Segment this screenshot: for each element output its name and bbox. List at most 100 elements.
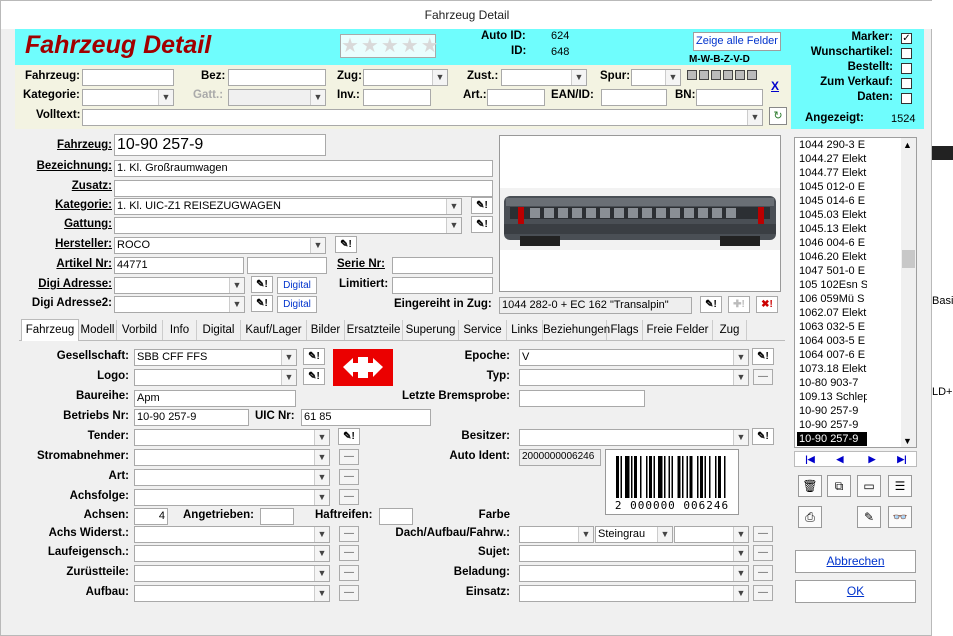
tab-beziehungen[interactable]: Beziehungen [543, 320, 610, 340]
tab-kauf-lager[interactable]: Kauf/Lager [241, 320, 307, 340]
filter-zust-select[interactable]: ▼ [501, 69, 587, 86]
tab-modell[interactable]: Modell [79, 320, 117, 340]
filter-bez-input[interactable] [228, 69, 326, 86]
list-item[interactable]: 1044.27 Elekt [797, 152, 867, 166]
flag-d-icon[interactable] [747, 70, 757, 80]
angetrieben-input[interactable] [260, 508, 294, 525]
zusatz-input[interactable] [114, 180, 493, 197]
typ-more-button[interactable]: — [753, 369, 773, 385]
beladung-more-button[interactable]: — [753, 565, 773, 581]
uic-input[interactable]: 61 85 [301, 409, 431, 426]
bestellt-checkbox[interactable] [901, 63, 912, 74]
edit-gattung-icon[interactable]: ✎! [471, 216, 493, 233]
strom-select[interactable]: ▼ [134, 449, 330, 466]
edit-kategorie-icon[interactable]: ✎! [471, 197, 493, 214]
next-record-icon[interactable]: ▶ [859, 454, 885, 464]
zuruest-select[interactable]: ▼ [134, 565, 330, 582]
list-item[interactable]: 1045 012-0 E [797, 180, 867, 194]
list-item[interactable]: 109.13 Schlep [797, 390, 867, 404]
edit-digi-icon[interactable]: ✎! [251, 276, 273, 293]
eingereiht-input[interactable]: 1044 282-0 + EC 162 "Transalpin" [499, 297, 692, 314]
artikel-extra-input[interactable] [247, 257, 327, 274]
list-item[interactable]: 10-90 257-9 [797, 432, 867, 446]
verkauf-checkbox[interactable] [901, 78, 912, 89]
fahrzeug-input[interactable]: 10-90 257-9 [114, 134, 326, 156]
laufeig-select[interactable]: ▼ [134, 545, 330, 562]
tab-freie-felder[interactable]: Freie Felder [643, 320, 713, 340]
delete-icon[interactable]: 🗑 [798, 475, 822, 497]
list-item[interactable]: 10-90 257-9 [797, 404, 867, 418]
list-item[interactable]: 1062.07 Elekt [797, 306, 867, 320]
marker-checkbox[interactable]: ✓ [901, 33, 912, 44]
edit-besitzer-icon[interactable]: ✎! [752, 428, 774, 445]
vehicle-list[interactable]: 1044 290-3 E 1044.27 Elekt 1044.77 Elekt 10… [794, 137, 917, 448]
laufeig-more-button[interactable]: — [339, 545, 359, 561]
digital2-button[interactable]: Digital [277, 296, 317, 313]
limitiert-input[interactable] [392, 277, 493, 294]
glasses-icon[interactable]: 👓 [888, 506, 912, 528]
letzte-input[interactable] [519, 390, 645, 407]
achsen-input[interactable]: 4 [134, 508, 168, 525]
edit-epoche-icon[interactable]: ✎! [752, 348, 774, 365]
mwbzvd-flags[interactable] [687, 70, 767, 82]
tab-digital[interactable]: Digital [197, 320, 241, 340]
rating-stars[interactable]: ★★★★★ [340, 34, 439, 58]
besitzer-select[interactable]: ▼ [519, 429, 749, 446]
filter-inv-input[interactable] [363, 89, 431, 106]
tab-ersatzteile[interactable]: Ersatzteile [345, 320, 403, 340]
clear-filter-button[interactable]: X [771, 79, 779, 93]
flag-m-icon[interactable] [687, 70, 697, 80]
edit-icon[interactable]: ✎ [857, 506, 881, 528]
einsatz-more-button[interactable]: — [753, 585, 773, 601]
sujet-more-button[interactable]: — [753, 545, 773, 561]
art-select[interactable]: ▼ [134, 469, 330, 486]
betriebs-input[interactable]: 10-90 257-9 [134, 409, 249, 426]
edit-tender-icon[interactable]: ✎! [338, 428, 360, 445]
list-view-icon[interactable]: ☰ [888, 475, 912, 497]
ok-button[interactable]: OK [795, 580, 916, 603]
epoche-select[interactable]: V ▼ [519, 349, 749, 366]
list-item[interactable]: 1073.18 Elekt [797, 362, 867, 376]
tender-select[interactable]: ▼ [134, 429, 330, 446]
list-item[interactable]: 1063 032-5 E [797, 320, 867, 334]
filter-ean-input[interactable] [601, 89, 667, 106]
baureihe-input[interactable]: Apm [134, 390, 296, 407]
list-item[interactable]: 1046.20 Elekt [797, 250, 867, 264]
tab-bilder[interactable]: Bilder [307, 320, 345, 340]
bezeichnung-input[interactable]: 1. Kl. Großraumwagen [114, 160, 493, 177]
zuruest-more-button[interactable]: — [339, 565, 359, 581]
kategorie-select[interactable]: 1. Kl. UIC-Z1 REISEZUGWAGEN ▼ [114, 198, 462, 215]
tab-zug[interactable]: Zug [713, 320, 747, 340]
tab-info[interactable]: Info [163, 320, 197, 340]
flag-w-icon[interactable] [699, 70, 709, 80]
filter-kategorie-select[interactable]: ▼ [82, 89, 174, 106]
filter-art-input[interactable] [487, 89, 545, 106]
list-item[interactable]: 1064 007-6 E [797, 348, 867, 362]
add-zug-icon[interactable]: ✚! [728, 296, 750, 313]
show-all-fields-button[interactable]: Zeige alle Felder [693, 32, 781, 51]
flag-b-icon[interactable] [711, 70, 721, 80]
dach-select-1[interactable]: ▼ [519, 526, 594, 543]
dach-select-3[interactable]: ▼ [674, 526, 749, 543]
cancel-button[interactable]: Abbrechen [795, 550, 916, 573]
gesellschaft-select[interactable]: SBB CFF FFS ▼ [134, 349, 297, 366]
list-item[interactable]: 106 059Mü S [797, 292, 867, 306]
strom-more-button[interactable]: — [339, 449, 359, 465]
list-item[interactable]: 1064 003-5 E [797, 334, 867, 348]
list-item[interactable]: 1044 290-3 E [797, 138, 867, 152]
tab-links[interactable]: Links [507, 320, 543, 340]
edit-gesellschaft-icon[interactable]: ✎! [303, 348, 325, 365]
aufbau-select[interactable]: ▼ [134, 585, 330, 602]
flag-v-icon[interactable] [735, 70, 745, 80]
edit-zug-icon[interactable]: ✎! [700, 296, 722, 313]
last-record-icon[interactable]: ▶| [889, 454, 915, 464]
einsatz-select[interactable]: ▼ [519, 585, 749, 602]
wunsch-checkbox[interactable] [901, 48, 912, 59]
tab-service[interactable]: Service [459, 320, 507, 340]
art-more-button[interactable]: — [339, 469, 359, 485]
digi-select[interactable]: ▼ [114, 277, 245, 294]
artikel-input[interactable]: 44771 [114, 257, 244, 274]
hersteller-select[interactable]: ROCO ▼ [114, 237, 326, 254]
scroll-thumb[interactable] [902, 250, 915, 268]
copy-record-icon[interactable]: ⧉ [827, 475, 851, 497]
